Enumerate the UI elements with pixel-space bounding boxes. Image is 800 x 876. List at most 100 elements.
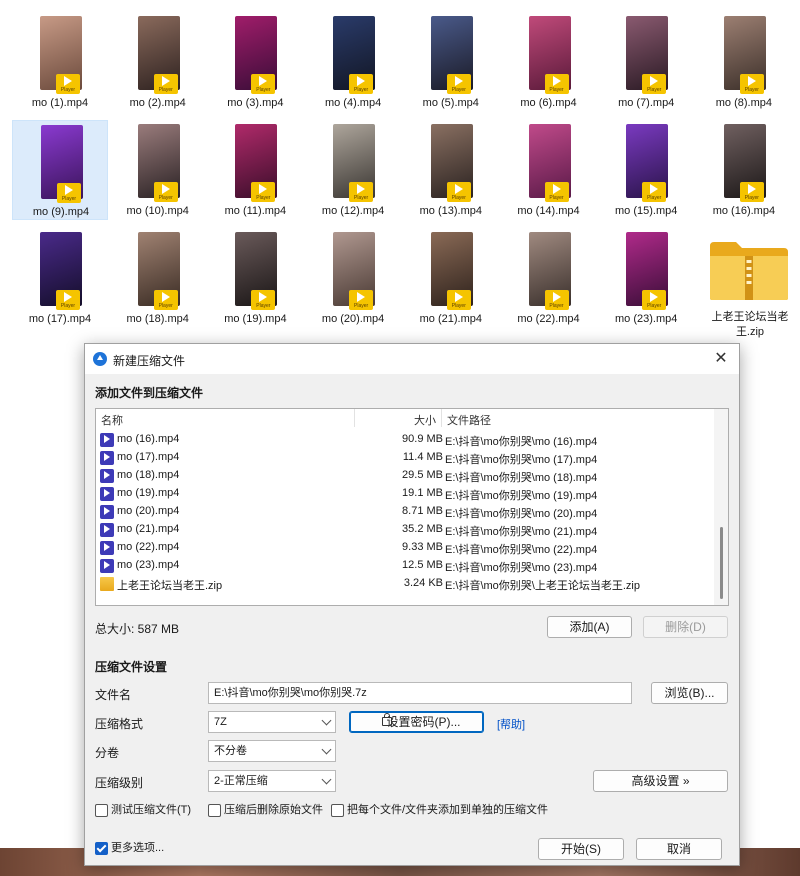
play-icon	[747, 184, 756, 194]
file-tile-name: mo (2).mp4	[129, 97, 186, 109]
archive-file-list[interactable]: 名称 大小 文件路径 mo (16).mp4 90.9 MB E:\抖音\mo你别哭…	[95, 408, 729, 606]
table-row[interactable]: mo (17).mp4 11.4 MB E:\抖音\mo你别哭\mo (17).mp…	[96, 449, 716, 467]
advanced-settings-button[interactable]: 高级设置 »	[593, 770, 728, 792]
file-tile[interactable]: Player mo (22).mp4	[501, 228, 597, 328]
file-tile-name: mo (13).mp4	[419, 205, 482, 217]
file-tile[interactable]: Player mo (20).mp4	[305, 228, 401, 328]
player-badge-icon: Player	[251, 74, 276, 94]
help-link[interactable]: [帮助]	[497, 716, 525, 732]
lock-icon	[382, 713, 392, 726]
file-tile[interactable]: Player mo (19).mp4	[207, 228, 303, 328]
scrollbar-thumb[interactable]	[720, 527, 723, 599]
table-row[interactable]: mo (18).mp4 29.5 MB E:\抖音\mo你别哭\mo (18).mp…	[96, 467, 716, 485]
table-row[interactable]: mo (22).mp4 9.33 MB E:\抖音\mo你别哭\mo (22).mp…	[96, 539, 716, 557]
player-badge-icon: Player	[739, 74, 764, 94]
play-icon	[454, 76, 463, 86]
table-row[interactable]: 上老王论坛当老王.zip 3.24 KB E:\抖音\mo你别哭\上老王论坛当老王.…	[96, 575, 716, 593]
table-row[interactable]: mo (20).mp4 8.71 MB E:\抖音\mo你别哭\mo (20).mp…	[96, 503, 716, 521]
play-icon	[357, 76, 366, 86]
row-name: mo (19).mp4	[117, 487, 180, 499]
file-tile[interactable]: Player mo (12).mp4	[305, 120, 401, 220]
file-tile[interactable]: Player mo (18).mp4	[110, 228, 206, 328]
add-files-section-title: 添加文件到压缩文件	[95, 386, 204, 400]
file-tile[interactable]: Player mo (7).mp4	[598, 12, 694, 112]
file-tile[interactable]: Player mo (14).mp4	[501, 120, 597, 220]
table-row[interactable]: mo (21).mp4 35.2 MB E:\抖音\mo你别哭\mo (21).mp…	[96, 521, 716, 539]
player-badge-label: Player	[61, 196, 77, 202]
file-tile[interactable]: Player mo (16).mp4	[696, 120, 792, 220]
list-scrollbar[interactable]	[714, 409, 728, 605]
chevron-down-icon	[321, 774, 332, 785]
player-badge-icon: Player	[739, 182, 764, 202]
file-tile[interactable]: Player mo (6).mp4	[501, 12, 597, 112]
file-tile-zip[interactable]: 上老王论坛当老 王.zip	[702, 234, 798, 338]
file-tile[interactable]: Player mo (9).mp4	[12, 120, 108, 220]
add-button[interactable]: 添加(A)	[547, 616, 632, 638]
play-icon	[161, 184, 170, 194]
level-select[interactable]: 2-正常压缩	[208, 770, 336, 792]
player-badge-icon: Player	[153, 290, 178, 310]
table-row[interactable]: mo (23).mp4 12.5 MB E:\抖音\mo你别哭\mo (23).mp…	[96, 557, 716, 575]
start-button[interactable]: 开始(S)	[538, 838, 624, 860]
table-row[interactable]: mo (19).mp4 19.1 MB E:\抖音\mo你别哭\mo (19).mp…	[96, 485, 716, 503]
format-select-value: 7Z	[214, 716, 227, 728]
play-icon	[259, 292, 268, 302]
file-tile[interactable]: Player mo (3).mp4	[207, 12, 303, 112]
player-badge-label: Player	[647, 195, 662, 201]
table-row[interactable]: mo (16).mp4 90.9 MB E:\抖音\mo你别哭\mo (16).mp…	[96, 431, 716, 449]
column-header-size[interactable]: 大小	[414, 412, 436, 428]
player-badge-label: Player	[647, 303, 662, 309]
mp4-file-icon	[100, 433, 114, 447]
file-tile[interactable]: Player mo (10).mp4	[110, 120, 206, 220]
file-tile-name: mo (23).mp4	[615, 313, 678, 325]
set-password-button[interactable]: 设置密码(P)...	[349, 711, 484, 733]
close-icon[interactable]: ✕	[709, 348, 733, 370]
total-size-label: 总大小: 587 MB	[95, 622, 180, 636]
mp4-file-icon	[100, 487, 114, 501]
mp4-file-icon	[100, 505, 114, 519]
file-tile[interactable]: Player mo (23).mp4	[598, 228, 694, 328]
row-path: E:\抖音\mo你别哭\mo (20).mp4	[445, 508, 598, 520]
file-tile[interactable]: Player mo (21).mp4	[403, 228, 499, 328]
row-name: mo (21).mp4	[117, 523, 180, 535]
player-badge-icon: Player	[642, 290, 667, 310]
row-size: 3.24 KB	[403, 577, 443, 589]
player-badge-label: Player	[158, 195, 173, 201]
file-tile[interactable]: Player mo (5).mp4	[403, 12, 499, 112]
file-tile[interactable]: Player mo (13).mp4	[403, 120, 499, 220]
format-select[interactable]: 7Z	[208, 711, 336, 733]
player-badge-label: Player	[256, 195, 271, 201]
file-tile-name: mo (11).mp4	[224, 205, 287, 217]
dialog-titlebar[interactable]: 新建压缩文件 ✕	[85, 344, 739, 374]
file-tile-name: mo (16).mp4	[712, 205, 776, 217]
play-icon	[64, 76, 72, 86]
player-badge-icon: Player	[544, 74, 569, 94]
row-size: 11.4 MB	[402, 451, 443, 463]
play-icon	[454, 292, 463, 302]
player-badge-label: Player	[354, 87, 369, 93]
file-tile[interactable]: Player mo (11).mp4	[207, 120, 303, 220]
browse-button[interactable]: 浏览(B)...	[651, 682, 728, 704]
file-tile[interactable]: Player mo (17).mp4	[12, 228, 108, 328]
file-tile[interactable]: Player mo (8).mp4	[696, 12, 792, 112]
delete-button[interactable]: 删除(D)	[643, 616, 728, 638]
volume-select[interactable]: 不分卷	[208, 740, 336, 762]
cancel-button[interactable]: 取消	[636, 838, 722, 860]
column-header-name[interactable]: 名称	[101, 412, 123, 428]
play-icon	[64, 292, 72, 302]
row-size: 12.5 MB	[402, 559, 443, 571]
file-tile-name: mo (14).mp4	[517, 205, 580, 217]
file-tile[interactable]: Player mo (4).mp4	[305, 12, 401, 112]
column-header-path[interactable]: 文件路径	[447, 412, 491, 428]
mp4-file-icon	[100, 469, 114, 483]
file-tile[interactable]: Player mo (2).mp4	[110, 12, 206, 112]
play-icon	[259, 184, 268, 194]
player-badge-icon: Player	[642, 74, 667, 94]
file-tile[interactable]: Player mo (1).mp4	[12, 12, 108, 112]
row-name: mo (23).mp4	[117, 559, 180, 571]
row-path: E:\抖音\mo你别哭\mo (16).mp4	[445, 436, 598, 448]
file-tile[interactable]: Player mo (15).mp4	[598, 120, 694, 220]
filename-input[interactable]: E:\抖音\mo你别哭\mo你别哭.7z	[208, 682, 632, 704]
play-icon	[747, 76, 756, 86]
zip-file-icon	[100, 577, 114, 591]
